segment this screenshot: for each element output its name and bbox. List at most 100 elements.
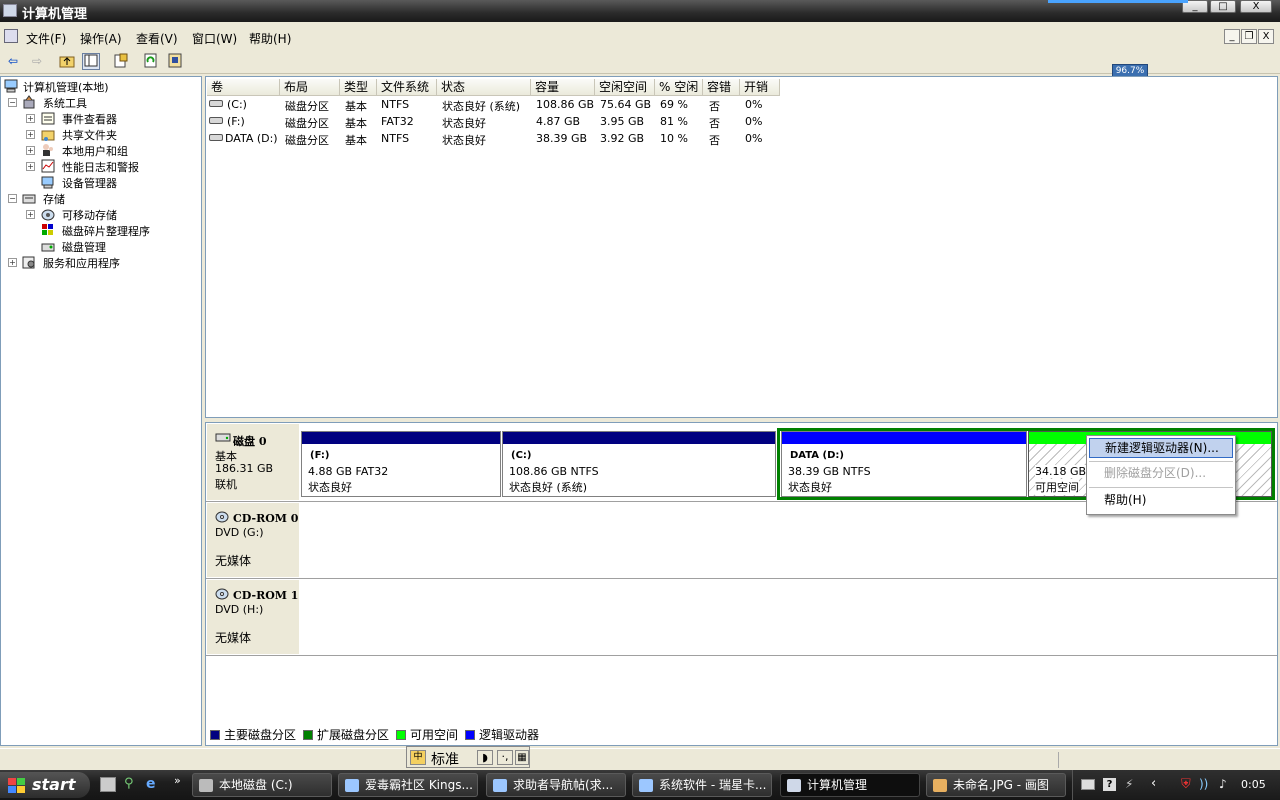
tree-perf-logs[interactable]: 性能日志和警报 [62,159,139,175]
start-label: start [32,775,76,794]
menu-help-item[interactable]: 帮助(H) [1089,491,1233,511]
expand-toggle[interactable]: + [8,258,17,267]
col-overhead[interactable]: 开销 [740,79,780,96]
disk-0-header[interactable]: 磁盘 0 基本 186.31 GB 联机 [207,424,299,500]
cell-overhead: 0% [745,98,763,111]
tree-storage[interactable]: 存储 [43,191,65,207]
tree-event-viewer[interactable]: 事件查看器 [62,111,117,127]
expand-toggle[interactable]: + [26,130,35,139]
partition-c[interactable]: (C:) 108.86 GB NTFS 状态良好 (系统) [502,431,776,497]
removable-storage-icon [41,209,55,221]
col-status[interactable]: 状态 [437,79,531,96]
show-desktop-icon[interactable] [100,777,116,792]
tray-expand-icon[interactable]: ‹ [1151,776,1156,791]
quick-launch-icon[interactable]: ⚲ [124,776,134,791]
up-folder-icon[interactable] [58,53,76,70]
expand-toggle[interactable]: + [26,210,35,219]
help-tray-icon[interactable]: ? [1103,778,1116,791]
antivirus-icon[interactable]: ⛨ [1181,777,1191,792]
tree-system-tools[interactable]: 系统工具 [43,95,87,111]
ime-mode[interactable]: 标准 [431,749,459,769]
clock[interactable]: 0:05 [1241,778,1266,791]
half-width-icon[interactable]: ◗ [477,750,493,765]
menu-file[interactable]: 文件(F) [26,30,66,47]
menu-help[interactable]: 帮助(H) [249,30,291,47]
child-restore-button[interactable]: ❐ [1241,29,1257,44]
properties-icon[interactable] [112,53,130,70]
cdrom-icon [215,511,229,523]
task-paint[interactable]: 未命名.JPG - 画图 [926,773,1066,797]
expand-toggle[interactable]: + [26,114,35,123]
primary-partition-bar [503,432,775,444]
col-percent-free[interactable]: % 空闲 [655,79,703,96]
start-button[interactable]: start [0,772,90,798]
windows-logo-icon [8,778,25,793]
cdrom-1-header[interactable]: CD-ROM 1 DVD (H:) 无媒体 [207,580,299,654]
col-capacity[interactable]: 容量 [531,79,595,96]
menu-window[interactable]: 窗口(W) [192,30,237,47]
keyboard-icon[interactable] [1081,779,1095,790]
tree-services[interactable]: 服务和应用程序 [43,255,120,271]
quick-launch-more-icon[interactable]: » [174,774,181,787]
partition-d[interactable]: DATA (D:) 38.39 GB NTFS 状态良好 [781,431,1027,497]
free-space-status: 可用空间 [1035,479,1079,495]
services-icon [22,256,35,269]
collapse-toggle[interactable]: − [8,98,17,107]
task-computer-management[interactable]: 计算机管理 [780,773,920,797]
close-button[interactable]: X [1240,0,1272,13]
col-type[interactable]: 类型 [340,79,377,96]
task-help-thread[interactable]: 求助者导航帖(求... [486,773,626,797]
tree-removable-storage[interactable]: 可移动存储 [62,207,117,223]
help-icon[interactable] [166,53,184,70]
expand-toggle[interactable]: + [26,146,35,155]
expand-toggle[interactable]: + [26,162,35,171]
forward-arrow-icon[interactable]: ⇨ [28,53,46,70]
tree-shared-folders[interactable]: 共享文件夹 [62,127,117,143]
punctuation-icon[interactable]: ·, [497,750,513,765]
cell-fault: 否 [709,134,720,147]
mmc-document-icon[interactable] [4,29,18,43]
cell-fault: 否 [709,100,720,113]
tree-local-users[interactable]: 本地用户和组 [62,143,128,159]
ie-icon[interactable]: e [146,776,156,792]
cell-free: 75.64 GB [600,98,652,111]
menu-view[interactable]: 查看(V) [136,30,178,47]
menu-action[interactable]: 操作(A) [80,30,122,47]
collapse-toggle[interactable]: − [8,194,17,203]
cell-filesystem: NTFS [381,132,410,145]
tree-root[interactable]: 计算机管理(本地) [23,79,109,95]
menu-new-logical-drive[interactable]: 新建逻辑驱动器(N)... [1089,438,1233,458]
tree-disk-management[interactable]: 磁盘管理 [62,239,106,255]
toolbar: ⇦ ⇨ [0,50,1280,74]
cdrom-0-header[interactable]: CD-ROM 0 DVD (G:) 无媒体 [207,503,299,577]
tree-defrag[interactable]: 磁盘碎片整理程序 [62,223,150,239]
ime-logo-icon[interactable]: 中 [410,750,426,765]
child-minimize-button[interactable]: _ [1224,29,1240,44]
wireless-icon[interactable]: )) [1199,777,1208,791]
col-layout[interactable]: 布局 [280,79,340,96]
users-icon [43,144,53,156]
task-rising-software[interactable]: 系统软件 - 瑞星卡... [632,773,772,797]
refresh-icon[interactable] [142,53,160,70]
col-filesystem[interactable]: 文件系统 [377,79,437,96]
task-local-disk[interactable]: 本地磁盘 (C:) [192,773,332,797]
soft-keyboard-icon[interactable]: ▦ [515,750,529,765]
title-bar[interactable]: 计算机管理 _ □ X [0,0,1280,22]
maximize-button[interactable]: □ [1210,0,1236,13]
cell-volume: (F:) [227,115,245,128]
col-fault-tolerance[interactable]: 容错 [703,79,740,96]
free-space-size: 34.18 GB [1035,465,1087,478]
show-hide-tree-icon[interactable] [82,53,100,70]
child-close-button[interactable]: X [1258,29,1274,44]
task-kingsoft-forum[interactable]: 爱毒霸社区 Kings... [338,773,478,797]
partition-f[interactable]: (F:) 4.88 GB FAT32 状态良好 [301,431,501,497]
cell-layout: 磁盘分区 [285,100,329,113]
col-free-space[interactable]: 空闲空间 [595,79,655,96]
network-icon[interactable]: ⚡ [1125,777,1133,791]
ime-toolbar[interactable]: 中 标准 ◗ ·, ▦ [406,746,530,768]
cell-volume: DATA (D:) [225,132,278,145]
volume-icon[interactable]: ♪ [1219,777,1227,791]
tree-device-manager[interactable]: 设备管理器 [62,175,117,191]
back-arrow-icon[interactable]: ⇦ [4,53,22,70]
col-volume[interactable]: 卷 [207,79,280,96]
